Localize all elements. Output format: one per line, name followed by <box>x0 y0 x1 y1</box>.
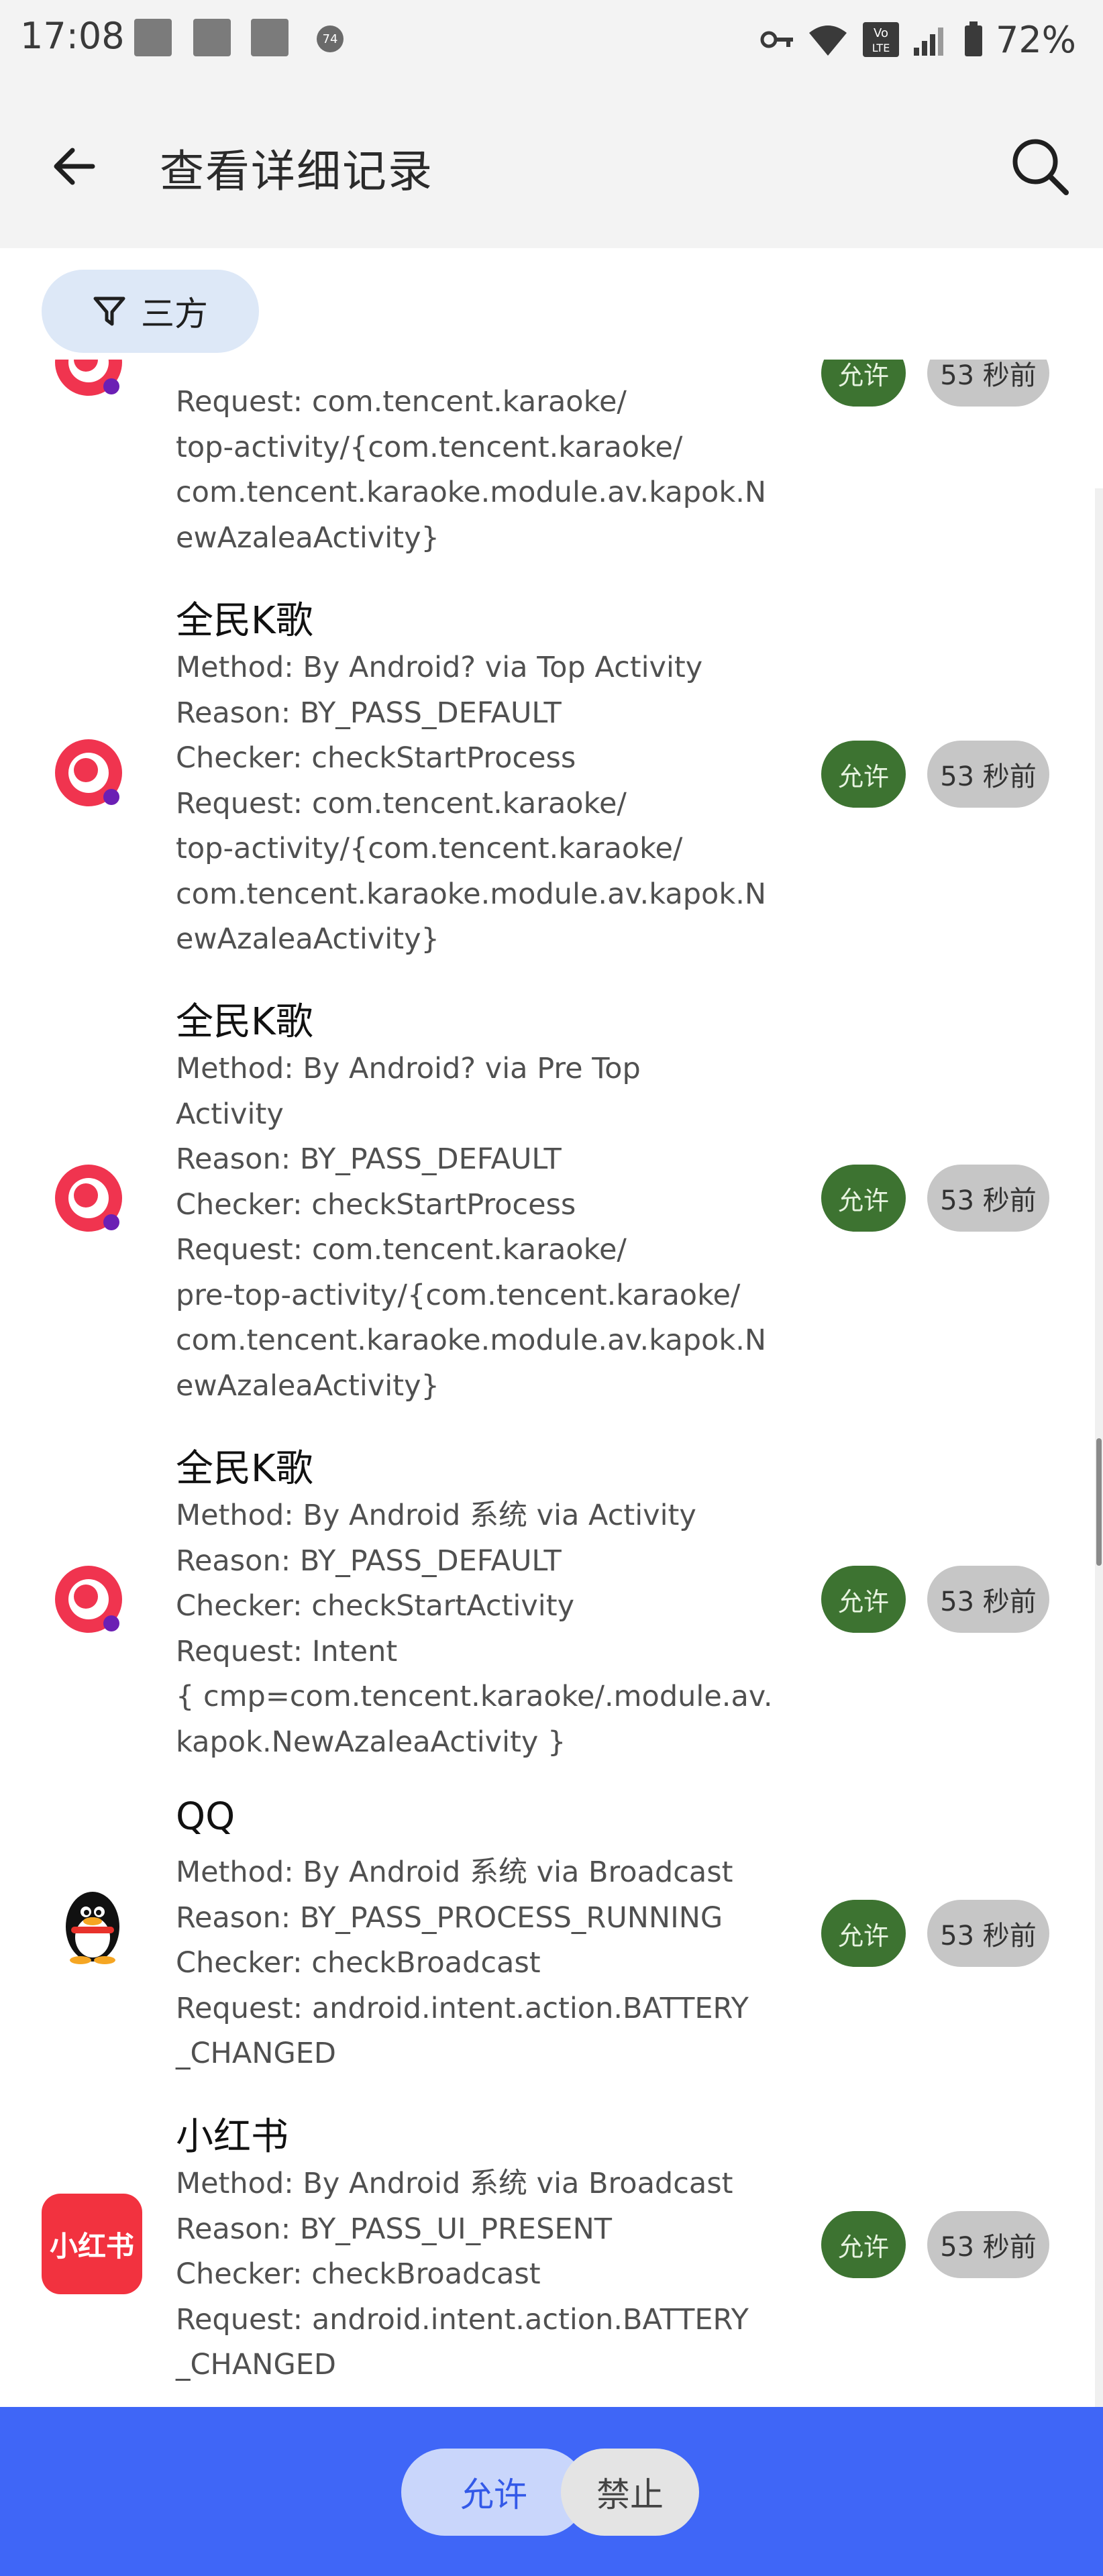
record-detail: Method: By Android 系统 via Broadcast Reas… <box>176 1856 749 2070</box>
filter-chip[interactable]: 三方 <box>42 270 259 353</box>
app-name: QQ <box>176 1795 235 1839</box>
wifi-icon <box>808 25 847 56</box>
bottom-action-bar: 允许 禁止 <box>0 2407 1103 2576</box>
search-button[interactable] <box>1004 130 1076 203</box>
record-detail: Method: By Android 系统 via Broadcast Reas… <box>176 2167 749 2381</box>
filter-label: 三方 <box>141 294 208 333</box>
notification-badge: 74 <box>317 25 344 52</box>
battery-icon <box>964 21 982 56</box>
key-icon <box>760 31 793 48</box>
signal-icon <box>913 28 943 56</box>
status-bar: 17:08 74 Vo LTE 72% <box>0 0 1103 79</box>
app-name: 全民K歌 <box>176 599 313 643</box>
status-badge: 允许 <box>821 1900 906 1967</box>
record-detail: Method: By Android? via Pre Top Activity… <box>176 1052 767 1403</box>
status-badge: 允许 <box>821 741 906 808</box>
svg-text:LTE: LTE <box>872 42 890 54</box>
scrollbar-thumb[interactable] <box>1096 1438 1102 1566</box>
notification-icon <box>134 19 172 56</box>
battery-level: 72% <box>995 18 1076 61</box>
karaoke-icon <box>55 739 122 806</box>
app-name: 全民K歌 <box>176 1000 313 1044</box>
time-badge: 53 秒前 <box>927 741 1049 808</box>
record-detail: Method: By Android? via Top Activity Rea… <box>176 651 767 956</box>
karaoke-icon <box>55 1165 122 1232</box>
qq-penguin-icon <box>66 1892 119 1964</box>
volte-icon: Vo LTE <box>862 22 899 57</box>
status-badge: 允许 <box>821 1165 906 1232</box>
karaoke-icon <box>55 1566 122 1633</box>
record-detail: Request: com.tencent.karaoke/ top-activi… <box>176 385 767 555</box>
time-badge: 53 秒前 <box>927 1900 1049 1967</box>
time-badge: 53 秒前 <box>927 1566 1049 1633</box>
app-name: 小红书 <box>176 2115 288 2159</box>
time-badge: 53 秒前 <box>927 2211 1049 2278</box>
time-badge: 53 秒前 <box>927 1165 1049 1232</box>
status-time: 17:08 <box>20 15 125 57</box>
allow-button[interactable]: 允许 <box>401 2449 586 2536</box>
back-button[interactable] <box>40 133 107 200</box>
arrow-left-icon <box>54 148 95 185</box>
status-badge: 允许 <box>821 1566 906 1633</box>
status-badge: 允许 <box>821 2211 906 2278</box>
app-name: 全民K歌 <box>176 1447 313 1491</box>
app-bar: 查看详细记录 <box>0 79 1103 248</box>
notification-icon <box>251 19 288 56</box>
page-title: 查看详细记录 <box>160 146 433 197</box>
deny-button[interactable]: 禁止 <box>561 2449 699 2536</box>
search-icon <box>1012 139 1069 195</box>
filter-icon <box>93 297 125 326</box>
xiaohongshu-icon: 小红书 <box>42 2194 142 2294</box>
record-detail: Method: By Android 系统 via Activity Reaso… <box>176 1499 773 1759</box>
svg-text:Vo: Vo <box>874 26 888 40</box>
notification-icon <box>193 19 231 56</box>
status-icons: Vo LTE 72% <box>759 13 1076 66</box>
